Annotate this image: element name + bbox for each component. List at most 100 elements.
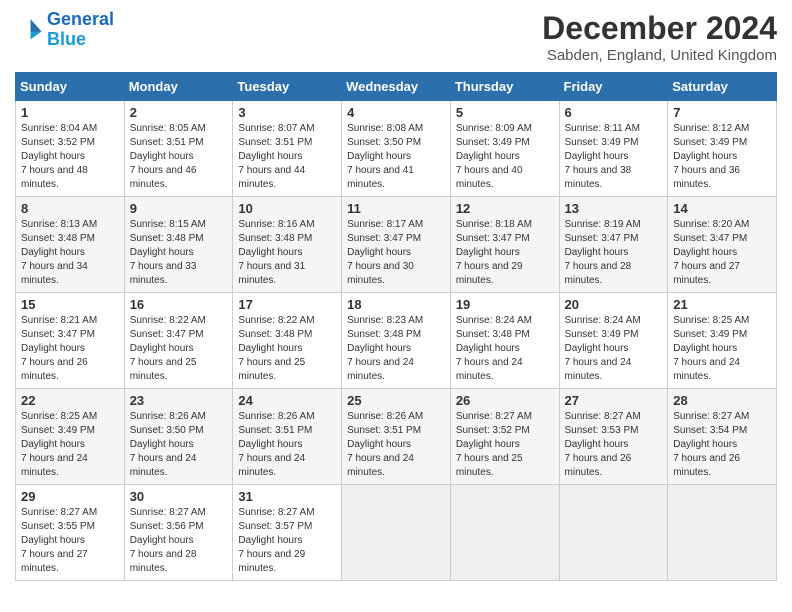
calendar-table: SundayMondayTuesdayWednesdayThursdayFrid…: [15, 72, 777, 581]
day-cell: 12 Sunrise: 8:18 AM Sunset: 3:47 PM Dayl…: [450, 197, 559, 293]
week-row-2: 8 Sunrise: 8:13 AM Sunset: 3:48 PM Dayli…: [16, 197, 777, 293]
day-info: Sunrise: 8:27 AM Sunset: 3:56 PM Dayligh…: [130, 506, 228, 576]
week-row-3: 15 Sunrise: 8:21 AM Sunset: 3:47 PM Dayl…: [16, 293, 777, 389]
week-row-1: 1 Sunrise: 8:04 AM Sunset: 3:52 PM Dayli…: [16, 101, 777, 197]
day-info: Sunrise: 8:15 AM Sunset: 3:48 PM Dayligh…: [130, 218, 228, 288]
day-number: 20: [565, 297, 663, 312]
day-number: 11: [347, 201, 445, 216]
day-cell: 30 Sunrise: 8:27 AM Sunset: 3:56 PM Dayl…: [124, 485, 233, 581]
day-cell: 20 Sunrise: 8:24 AM Sunset: 3:49 PM Dayl…: [559, 293, 668, 389]
day-info: Sunrise: 8:27 AM Sunset: 3:52 PM Dayligh…: [456, 410, 554, 480]
day-cell: 11 Sunrise: 8:17 AM Sunset: 3:47 PM Dayl…: [342, 197, 451, 293]
day-cell: 26 Sunrise: 8:27 AM Sunset: 3:52 PM Dayl…: [450, 389, 559, 485]
day-info: Sunrise: 8:07 AM Sunset: 3:51 PM Dayligh…: [238, 122, 336, 192]
day-number: 31: [238, 489, 336, 504]
day-info: Sunrise: 8:04 AM Sunset: 3:52 PM Dayligh…: [21, 122, 119, 192]
day-info: Sunrise: 8:18 AM Sunset: 3:47 PM Dayligh…: [456, 218, 554, 288]
day-info: Sunrise: 8:09 AM Sunset: 3:49 PM Dayligh…: [456, 122, 554, 192]
day-number: 28: [673, 393, 771, 408]
day-info: Sunrise: 8:26 AM Sunset: 3:50 PM Dayligh…: [130, 410, 228, 480]
day-info: Sunrise: 8:27 AM Sunset: 3:53 PM Dayligh…: [565, 410, 663, 480]
day-cell: 6 Sunrise: 8:11 AM Sunset: 3:49 PM Dayli…: [559, 101, 668, 197]
logo-icon: [15, 16, 43, 44]
month-title: December 2024: [542, 10, 777, 47]
day-info: Sunrise: 8:16 AM Sunset: 3:48 PM Dayligh…: [238, 218, 336, 288]
day-info: Sunrise: 8:27 AM Sunset: 3:55 PM Dayligh…: [21, 506, 119, 576]
day-info: Sunrise: 8:24 AM Sunset: 3:48 PM Dayligh…: [456, 314, 554, 384]
day-number: 27: [565, 393, 663, 408]
header-thursday: Thursday: [450, 73, 559, 101]
day-number: 18: [347, 297, 445, 312]
day-number: 14: [673, 201, 771, 216]
day-cell: 24 Sunrise: 8:26 AM Sunset: 3:51 PM Dayl…: [233, 389, 342, 485]
day-cell: 15 Sunrise: 8:21 AM Sunset: 3:47 PM Dayl…: [16, 293, 125, 389]
day-cell: 10 Sunrise: 8:16 AM Sunset: 3:48 PM Dayl…: [233, 197, 342, 293]
day-cell: 1 Sunrise: 8:04 AM Sunset: 3:52 PM Dayli…: [16, 101, 125, 197]
header-friday: Friday: [559, 73, 668, 101]
day-cell: 22 Sunrise: 8:25 AM Sunset: 3:49 PM Dayl…: [16, 389, 125, 485]
day-info: Sunrise: 8:24 AM Sunset: 3:49 PM Dayligh…: [565, 314, 663, 384]
day-number: 19: [456, 297, 554, 312]
header-sunday: Sunday: [16, 73, 125, 101]
header-wednesday: Wednesday: [342, 73, 451, 101]
header-tuesday: Tuesday: [233, 73, 342, 101]
day-number: 23: [130, 393, 228, 408]
day-number: 5: [456, 105, 554, 120]
day-info: Sunrise: 8:25 AM Sunset: 3:49 PM Dayligh…: [673, 314, 771, 384]
day-cell: 18 Sunrise: 8:23 AM Sunset: 3:48 PM Dayl…: [342, 293, 451, 389]
header-monday: Monday: [124, 73, 233, 101]
day-number: 10: [238, 201, 336, 216]
day-number: 16: [130, 297, 228, 312]
day-info: Sunrise: 8:23 AM Sunset: 3:48 PM Dayligh…: [347, 314, 445, 384]
day-info: Sunrise: 8:12 AM Sunset: 3:49 PM Dayligh…: [673, 122, 771, 192]
day-number: 30: [130, 489, 228, 504]
day-number: 22: [21, 393, 119, 408]
day-info: Sunrise: 8:25 AM Sunset: 3:49 PM Dayligh…: [21, 410, 119, 480]
day-info: Sunrise: 8:21 AM Sunset: 3:47 PM Dayligh…: [21, 314, 119, 384]
day-info: Sunrise: 8:05 AM Sunset: 3:51 PM Dayligh…: [130, 122, 228, 192]
day-info: Sunrise: 8:26 AM Sunset: 3:51 PM Dayligh…: [238, 410, 336, 480]
day-info: Sunrise: 8:19 AM Sunset: 3:47 PM Dayligh…: [565, 218, 663, 288]
day-cell: 29 Sunrise: 8:27 AM Sunset: 3:55 PM Dayl…: [16, 485, 125, 581]
day-info: Sunrise: 8:27 AM Sunset: 3:57 PM Dayligh…: [238, 506, 336, 576]
day-cell: 4 Sunrise: 8:08 AM Sunset: 3:50 PM Dayli…: [342, 101, 451, 197]
day-info: Sunrise: 8:17 AM Sunset: 3:47 PM Dayligh…: [347, 218, 445, 288]
day-cell: 16 Sunrise: 8:22 AM Sunset: 3:47 PM Dayl…: [124, 293, 233, 389]
day-number: 13: [565, 201, 663, 216]
day-number: 12: [456, 201, 554, 216]
day-number: 8: [21, 201, 119, 216]
day-number: 26: [456, 393, 554, 408]
day-number: 29: [21, 489, 119, 504]
day-info: Sunrise: 8:11 AM Sunset: 3:49 PM Dayligh…: [565, 122, 663, 192]
day-info: Sunrise: 8:20 AM Sunset: 3:47 PM Dayligh…: [673, 218, 771, 288]
logo-text: General Blue: [47, 10, 114, 50]
day-cell: 28 Sunrise: 8:27 AM Sunset: 3:54 PM Dayl…: [668, 389, 777, 485]
location: Sabden, England, United Kingdom: [542, 47, 777, 64]
day-number: 2: [130, 105, 228, 120]
day-cell: 13 Sunrise: 8:19 AM Sunset: 3:47 PM Dayl…: [559, 197, 668, 293]
day-info: Sunrise: 8:22 AM Sunset: 3:47 PM Dayligh…: [130, 314, 228, 384]
logo: General Blue: [15, 10, 114, 50]
day-cell: [668, 485, 777, 581]
day-cell: 27 Sunrise: 8:27 AM Sunset: 3:53 PM Dayl…: [559, 389, 668, 485]
page-header: General Blue December 2024 Sabden, Engla…: [15, 10, 777, 64]
day-number: 17: [238, 297, 336, 312]
day-cell: 25 Sunrise: 8:26 AM Sunset: 3:51 PM Dayl…: [342, 389, 451, 485]
day-cell: 8 Sunrise: 8:13 AM Sunset: 3:48 PM Dayli…: [16, 197, 125, 293]
day-cell: 21 Sunrise: 8:25 AM Sunset: 3:49 PM Dayl…: [668, 293, 777, 389]
day-info: Sunrise: 8:27 AM Sunset: 3:54 PM Dayligh…: [673, 410, 771, 480]
day-cell: 5 Sunrise: 8:09 AM Sunset: 3:49 PM Dayli…: [450, 101, 559, 197]
title-block: December 2024 Sabden, England, United Ki…: [542, 10, 777, 64]
day-number: 4: [347, 105, 445, 120]
week-row-4: 22 Sunrise: 8:25 AM Sunset: 3:49 PM Dayl…: [16, 389, 777, 485]
day-cell: 2 Sunrise: 8:05 AM Sunset: 3:51 PM Dayli…: [124, 101, 233, 197]
day-info: Sunrise: 8:26 AM Sunset: 3:51 PM Dayligh…: [347, 410, 445, 480]
day-cell: 23 Sunrise: 8:26 AM Sunset: 3:50 PM Dayl…: [124, 389, 233, 485]
day-info: Sunrise: 8:22 AM Sunset: 3:48 PM Dayligh…: [238, 314, 336, 384]
day-number: 6: [565, 105, 663, 120]
day-number: 3: [238, 105, 336, 120]
day-cell: 31 Sunrise: 8:27 AM Sunset: 3:57 PM Dayl…: [233, 485, 342, 581]
day-cell: [450, 485, 559, 581]
day-number: 21: [673, 297, 771, 312]
day-cell: [559, 485, 668, 581]
